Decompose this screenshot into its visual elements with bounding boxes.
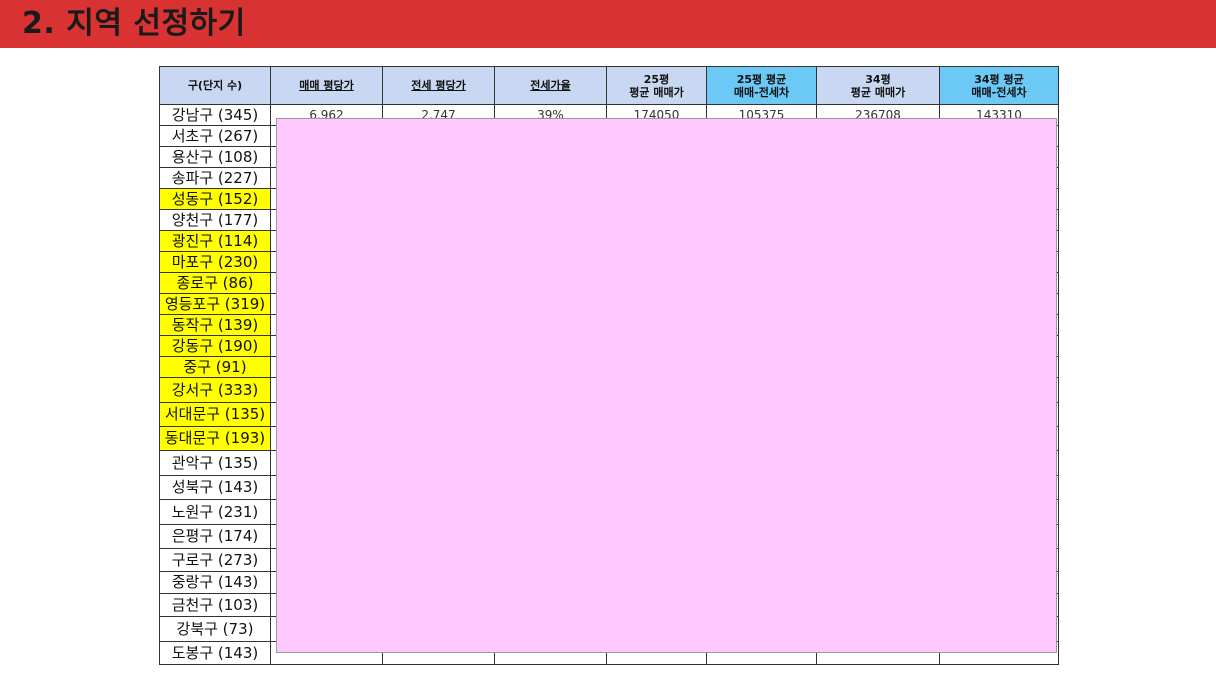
column-header-label: 구(단지 수) [187, 79, 243, 92]
district-cell: 도봉구 (143) [159, 641, 271, 665]
table-header-row: 구(단지 수) 매매 평당가 전세 평당가 전세가율 25평 평균 매매가 25평 평균 매매… [159, 66, 1059, 105]
district-cell: 금천구 (103) [159, 593, 271, 617]
column-header: 전세 평당가 [382, 66, 495, 105]
column-header-label: 전세 평당가 [411, 79, 466, 92]
column-header: 34평 평균 매매가 [816, 66, 940, 105]
district-cell: 중구 (91) [159, 356, 271, 378]
district-cell: 동대문구 (193) [159, 426, 271, 451]
district-cell: 동작구 (139) [159, 314, 271, 336]
column-header-label: 34평 [865, 72, 891, 86]
district-cell: 성동구 (152) [159, 188, 271, 210]
column-header: 25평 평균 매매가 [606, 66, 707, 105]
district-cell: 강동구 (190) [159, 335, 271, 357]
district-cell: 성북구 (143) [159, 475, 271, 500]
column-header-sublabel: 평균 매매가 [850, 85, 906, 99]
district-cell: 중랑구 (143) [159, 571, 271, 594]
column-header-label: 34평 평균 [974, 72, 1024, 86]
column-header-sublabel: 매매-전세차 [971, 85, 1027, 99]
district-cell: 강북구 (73) [159, 616, 271, 642]
column-header-label: 매매 평당가 [299, 79, 354, 92]
district-cell: 송파구 (227) [159, 167, 271, 189]
district-cell: 영등포구 (319) [159, 293, 271, 315]
district-cell: 용산구 (108) [159, 146, 271, 168]
district-cell: 은평구 (174) [159, 524, 271, 549]
redaction-overlay [276, 118, 1057, 653]
district-cell: 양천구 (177) [159, 209, 271, 231]
column-header-sublabel: 평균 매매가 [629, 85, 684, 99]
column-header: 25평 평균 매매-전세차 [706, 66, 817, 105]
column-header: 구(단지 수) [159, 66, 271, 105]
column-header: 매매 평당가 [270, 66, 383, 105]
column-header-sublabel: 매매-전세차 [733, 85, 790, 99]
district-cell: 광진구 (114) [159, 230, 271, 252]
district-cell: 노원구 (231) [159, 499, 271, 525]
column-header: 전세가율 [494, 66, 607, 105]
district-cell: 마포구 (230) [159, 251, 271, 273]
page-title: 2. 지역 선정하기 [22, 6, 246, 41]
district-cell: 강남구 (345) [159, 104, 271, 126]
column-header-label: 25평 평균 [736, 72, 787, 86]
district-cell: 관악구 (135) [159, 450, 271, 476]
district-cell: 구로구 (273) [159, 548, 271, 572]
district-cell: 강서구 (333) [159, 377, 271, 403]
column-header-label: 전세가율 [530, 79, 571, 92]
district-cell: 서대문구 (135) [159, 402, 271, 427]
title-banner: 2. 지역 선정하기 [0, 0, 1216, 48]
district-cell: 종로구 (86) [159, 272, 271, 294]
column-header-label: 25평 [643, 72, 670, 86]
column-header: 34평 평균 매매-전세차 [939, 66, 1059, 105]
district-cell: 서초구 (267) [159, 125, 271, 147]
